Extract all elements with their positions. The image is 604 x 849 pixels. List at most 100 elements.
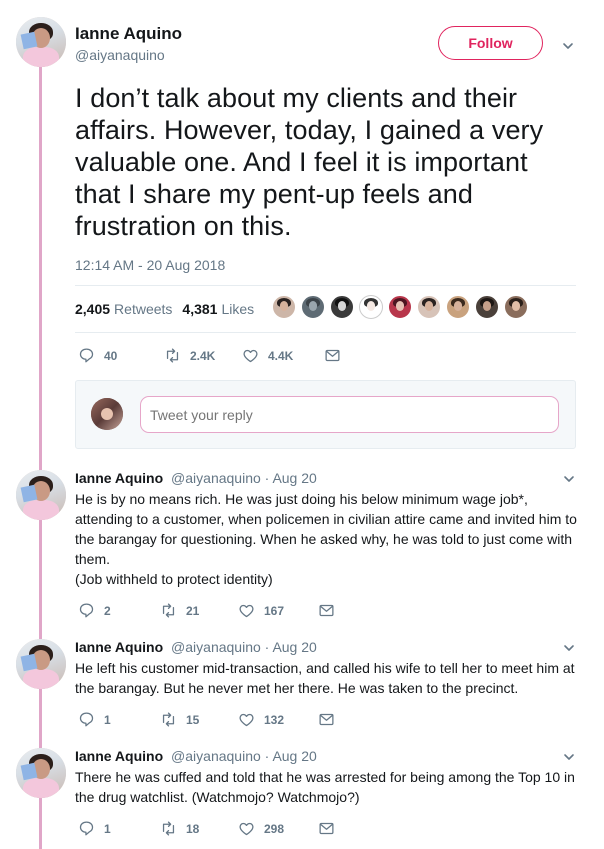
engagement-stats: 2,405 Retweets 4,381 Likes	[75, 301, 254, 317]
liker-avatar[interactable]	[359, 295, 383, 319]
author-handle[interactable]: @aiyanaquino	[75, 47, 165, 63]
thread-avatar[interactable]	[16, 639, 66, 689]
tweet-line: He left his customer mid-transaction, an…	[75, 660, 575, 676]
envelope-icon	[319, 604, 334, 617]
retweet-icon	[166, 348, 179, 363]
reply-button[interactable]: 40	[78, 347, 164, 364]
liker-avatar[interactable]	[446, 295, 470, 319]
follow-button[interactable]: Follow	[438, 26, 543, 60]
reply-button[interactable]: 1	[78, 711, 160, 728]
liker-avatar[interactable]	[388, 295, 412, 319]
like-count: 4.4K	[268, 348, 294, 363]
thread-tweet-actions: 1 18 298	[78, 820, 335, 837]
chevron-down-icon[interactable]	[563, 751, 575, 763]
retweet-count: 21	[186, 603, 200, 618]
retweets-count[interactable]: 2,405	[75, 301, 110, 317]
thread-author-name[interactable]: Ianne Aquino	[75, 748, 163, 764]
direct-message-button[interactable]	[324, 347, 341, 364]
chevron-down-icon[interactable]	[563, 642, 575, 654]
author-avatar[interactable]	[16, 17, 66, 67]
reply-button[interactable]: 2	[78, 602, 160, 619]
thread-tweet-header: Ianne Aquino @aiyanaquino · Aug 20	[75, 470, 317, 486]
retweet-count: 15	[186, 712, 200, 727]
retweet-count: 18	[186, 821, 200, 836]
like-count: 298	[264, 821, 285, 836]
like-button[interactable]: 4.4K	[242, 347, 324, 364]
retweets-label[interactable]: Retweets	[114, 301, 172, 317]
thread-tweet-header: Ianne Aquino @aiyanaquino · Aug 20	[75, 639, 317, 655]
reply-count: 1	[104, 712, 111, 727]
direct-message-button[interactable]	[318, 602, 335, 619]
retweet-button[interactable]: 15	[160, 711, 238, 728]
thread-tweet-text: He is by no means rich. He was just doin…	[75, 489, 580, 589]
direct-message-button[interactable]	[318, 820, 335, 837]
author-name[interactable]: Ianne Aquino	[75, 24, 182, 44]
thread-author-name[interactable]: Ianne Aquino	[75, 639, 163, 655]
thread-avatar[interactable]	[16, 470, 66, 520]
reply-input[interactable]	[140, 396, 559, 433]
like-button[interactable]: 132	[238, 711, 318, 728]
tweet-line: the drug watchlist. (Watchmojo? Watchmoj…	[75, 789, 360, 805]
retweet-icon	[162, 603, 175, 618]
thread-tweet-header: Ianne Aquino @aiyanaquino · Aug 20	[75, 748, 317, 764]
current-user-avatar[interactable]	[91, 398, 123, 430]
retweet-button[interactable]: 2.4K	[164, 347, 242, 364]
envelope-icon	[325, 349, 340, 362]
liker-avatar[interactable]	[504, 295, 528, 319]
like-count: 132	[264, 712, 285, 727]
tweet-line: attending to a customer, when policemen …	[75, 511, 577, 527]
chevron-down-icon[interactable]	[563, 473, 575, 485]
heart-icon	[239, 822, 254, 836]
divider	[75, 332, 576, 333]
retweet-icon	[162, 821, 175, 836]
reply-icon	[79, 821, 94, 836]
heart-icon	[239, 604, 254, 618]
tweet-line: the barangay for questioning. When he as…	[75, 531, 573, 547]
liker-avatars	[272, 295, 533, 319]
like-button[interactable]: 298	[238, 820, 318, 837]
thread-avatar[interactable]	[16, 748, 66, 798]
retweet-button[interactable]: 21	[160, 602, 238, 619]
tweet-timestamp[interactable]: 12:14 AM - 20 Aug 2018	[75, 257, 225, 273]
thread-handle-date[interactable]: @aiyanaquino · Aug 20	[171, 748, 317, 764]
reply-button[interactable]: 1	[78, 820, 160, 837]
reply-icon	[79, 603, 94, 618]
tweet-line: the barangay. But he never met her there…	[75, 680, 519, 696]
like-button[interactable]: 167	[238, 602, 318, 619]
tweet-line: He is by no means rich. He was just doin…	[75, 491, 528, 507]
thread-handle-date[interactable]: @aiyanaquino · Aug 20	[171, 470, 317, 486]
tweet-line: There he was cuffed and told that he was…	[75, 769, 575, 785]
retweet-icon	[162, 712, 175, 727]
tweet-line: (Job withheld to protect identity)	[75, 571, 273, 587]
thread-tweet-text: There he was cuffed and told that he was…	[75, 767, 580, 807]
reply-count: 40	[104, 348, 118, 363]
likes-count[interactable]: 4,381	[182, 301, 217, 317]
main-tweet-text: I don’t talk about my clients and their …	[75, 83, 544, 241]
thread-tweet-actions: 2 21 167	[78, 602, 335, 619]
thread-tweet-text: He left his customer mid-transaction, an…	[75, 658, 580, 698]
divider	[75, 285, 576, 286]
like-count: 167	[264, 603, 285, 618]
retweet-count: 2.4K	[190, 348, 216, 363]
liker-avatar[interactable]	[417, 295, 441, 319]
heart-icon	[239, 713, 254, 727]
direct-message-button[interactable]	[318, 711, 335, 728]
envelope-icon	[319, 822, 334, 835]
likes-label[interactable]: Likes	[221, 301, 254, 317]
reply-count: 1	[104, 821, 111, 836]
envelope-icon	[319, 713, 334, 726]
thread-tweet-actions: 1 15 132	[78, 711, 335, 728]
liker-avatar[interactable]	[272, 295, 296, 319]
chevron-down-icon[interactable]	[562, 40, 574, 52]
liker-avatar[interactable]	[475, 295, 499, 319]
thread-connector-line	[39, 66, 42, 849]
thread-handle-date[interactable]: @aiyanaquino · Aug 20	[171, 639, 317, 655]
reply-count: 2	[104, 603, 111, 618]
liker-avatar[interactable]	[330, 295, 354, 319]
reply-icon	[79, 348, 94, 363]
liker-avatar[interactable]	[301, 295, 325, 319]
tweet-line: them.	[75, 551, 111, 567]
retweet-button[interactable]: 18	[160, 820, 238, 837]
thread-author-name[interactable]: Ianne Aquino	[75, 470, 163, 486]
main-tweet-actions: 40 2.4K 4.4K	[78, 347, 341, 364]
